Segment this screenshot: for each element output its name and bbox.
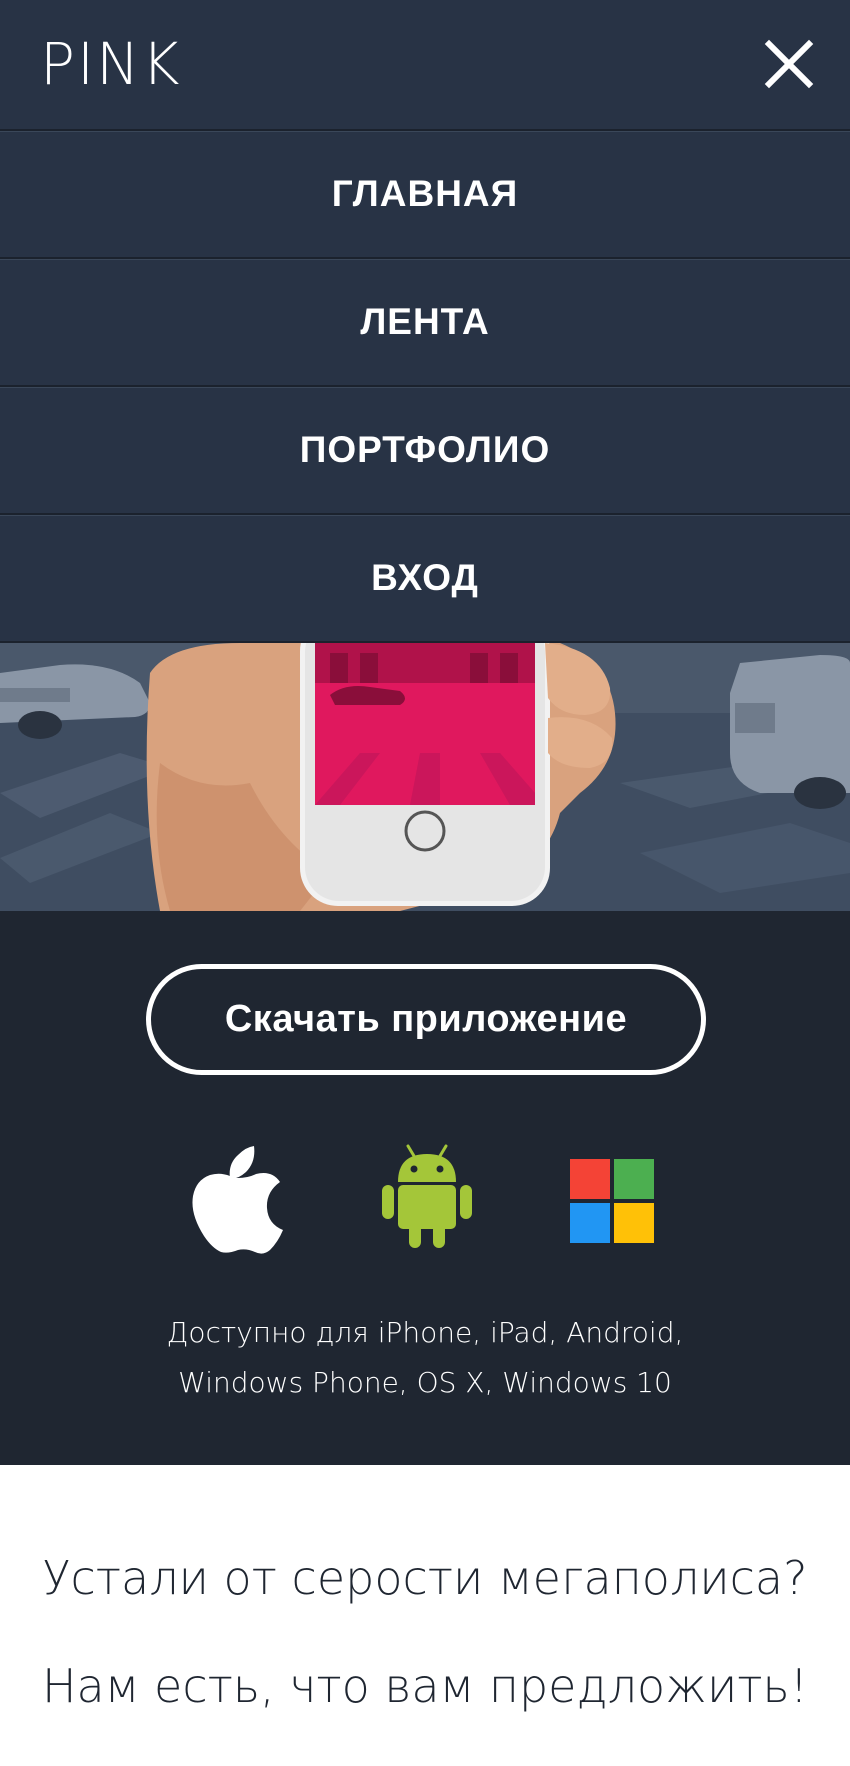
hero-image <box>0 643 850 911</box>
site-header: PINK <box>0 0 850 131</box>
main-nav: ГЛАВНАЯ ЛЕНТА ПОРТФОЛИО ВХОД <box>0 131 850 643</box>
apple-icon[interactable] <box>190 1144 285 1254</box>
close-menu-button[interactable] <box>763 38 815 90</box>
nav-item-portfolio[interactable]: ПОРТФОЛИО <box>0 387 850 515</box>
download-app-button[interactable]: Скачать приложение <box>146 964 706 1075</box>
nav-item-feed[interactable]: ЛЕНТА <box>0 259 850 387</box>
phone-in-hand-illustration <box>0 643 850 911</box>
nav-item-login[interactable]: ВХОД <box>0 515 850 643</box>
download-section: Скачать приложение Доступно для iPhone, … <box>0 911 850 1465</box>
logo[interactable]: PINK <box>40 31 182 97</box>
slogan-line2: Нам есть, что вам предложить! <box>41 1659 809 1713</box>
availability-text-line1: Доступно для iPhone, iPad, Android, <box>166 1316 684 1349</box>
windows-icon[interactable] <box>570 1159 654 1243</box>
slogan-line1: Устали от серости мегаполиса? <box>42 1551 808 1605</box>
availability-text-line2: Windows Phone, OS X, Windows 10 <box>178 1366 672 1399</box>
nav-item-home[interactable]: ГЛАВНАЯ <box>0 131 850 259</box>
android-icon[interactable] <box>382 1144 472 1248</box>
close-icon <box>764 39 814 89</box>
